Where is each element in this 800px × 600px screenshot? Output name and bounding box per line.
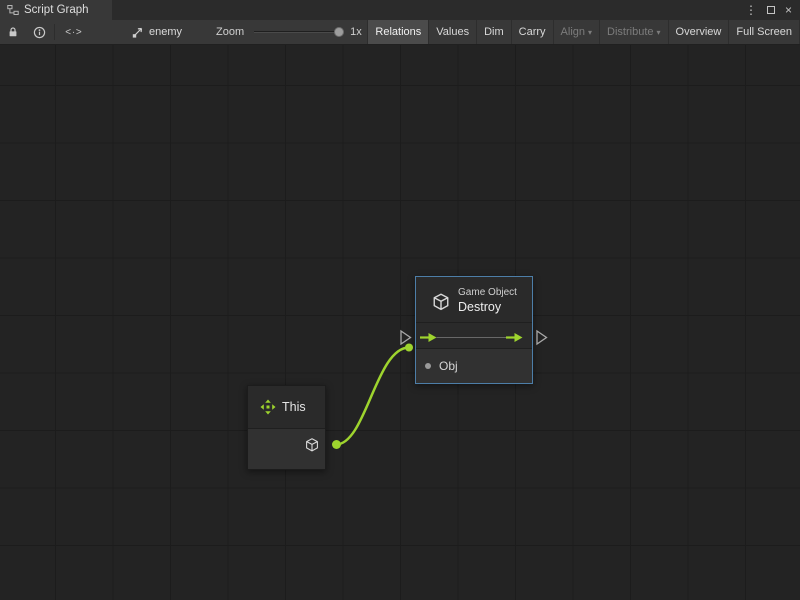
node-this[interactable]: This bbox=[247, 385, 326, 470]
graph-canvas[interactable]: This Game Object Destroy Obj bbox=[0, 45, 800, 600]
zoom-label: Zoom bbox=[216, 20, 244, 44]
graph-overlay bbox=[0, 45, 800, 600]
graph-breadcrumb[interactable]: enemy bbox=[131, 20, 182, 44]
zoom-slider-knob[interactable] bbox=[334, 27, 344, 37]
zoom-slider-track[interactable] bbox=[254, 31, 342, 33]
info-button[interactable] bbox=[26, 20, 52, 44]
toolbar-divider bbox=[54, 24, 55, 40]
toolbar: <∙> enemy Zoom 1x Relations Values Dim C… bbox=[0, 20, 800, 45]
node-destroy-title: Destroy bbox=[458, 300, 517, 316]
titlebar: Script Graph ⋮ × bbox=[0, 0, 800, 20]
lock-icon bbox=[7, 26, 19, 38]
code-graph-icon: <∙> bbox=[65, 27, 82, 38]
node-destroy[interactable]: Game Object Destroy Obj bbox=[415, 276, 533, 384]
tab-script-graph[interactable]: Script Graph bbox=[0, 0, 112, 20]
zoom-value: 1x bbox=[350, 20, 362, 44]
node-this-body bbox=[248, 428, 325, 469]
node-destroy-header: Game Object Destroy bbox=[416, 277, 532, 322]
relations-button[interactable]: Relations bbox=[367, 20, 428, 44]
dim-button[interactable]: Dim bbox=[476, 20, 511, 44]
distribute-button-label: Distribute bbox=[607, 26, 653, 38]
graph-name: enemy bbox=[149, 26, 182, 38]
window-menu-icon[interactable]: ⋮ bbox=[745, 4, 757, 16]
distribute-button[interactable]: Distribute ▾ bbox=[599, 20, 667, 44]
node-this-title: This bbox=[282, 400, 306, 414]
align-button[interactable]: Align ▾ bbox=[553, 20, 599, 44]
game-object-cube-icon bbox=[431, 292, 451, 312]
window-controls: ⋮ × bbox=[745, 0, 800, 20]
node-this-header: This bbox=[248, 386, 325, 428]
connection-wire[interactable] bbox=[336, 348, 409, 445]
values-button[interactable]: Values bbox=[428, 20, 476, 44]
overview-button[interactable]: Overview bbox=[668, 20, 729, 44]
info-icon bbox=[33, 26, 46, 39]
align-button-label: Align bbox=[561, 26, 585, 38]
chevron-down-icon: ▾ bbox=[588, 29, 592, 37]
game-object-cube-icon bbox=[304, 437, 320, 453]
window-maximize-icon[interactable] bbox=[767, 6, 775, 14]
wire-end-dot bbox=[405, 344, 413, 352]
script-graph-asset-icon bbox=[131, 26, 144, 39]
node-destroy-ports: Obj bbox=[416, 348, 532, 383]
obj-port-label: Obj bbox=[439, 359, 458, 373]
carry-button[interactable]: Carry bbox=[511, 20, 553, 44]
this-move-icon bbox=[260, 399, 276, 415]
tab-title: Script Graph bbox=[24, 4, 89, 16]
flow-input-triangle-icon[interactable] bbox=[401, 331, 411, 344]
chevron-down-icon: ▾ bbox=[657, 29, 661, 37]
zoom-slider[interactable] bbox=[254, 20, 342, 44]
flow-output-triangle-icon[interactable] bbox=[537, 331, 547, 344]
graph-inspector-button[interactable]: <∙> bbox=[57, 20, 91, 44]
fullscreen-button[interactable]: Full Screen bbox=[728, 20, 800, 44]
obj-input-port[interactable] bbox=[425, 363, 431, 369]
window-close-icon[interactable]: × bbox=[785, 4, 792, 16]
node-destroy-flow-row bbox=[416, 322, 532, 348]
script-graph-icon bbox=[7, 4, 19, 16]
this-output-port[interactable] bbox=[332, 440, 341, 449]
lock-button[interactable] bbox=[0, 20, 26, 44]
node-destroy-category: Game Object bbox=[458, 287, 517, 300]
